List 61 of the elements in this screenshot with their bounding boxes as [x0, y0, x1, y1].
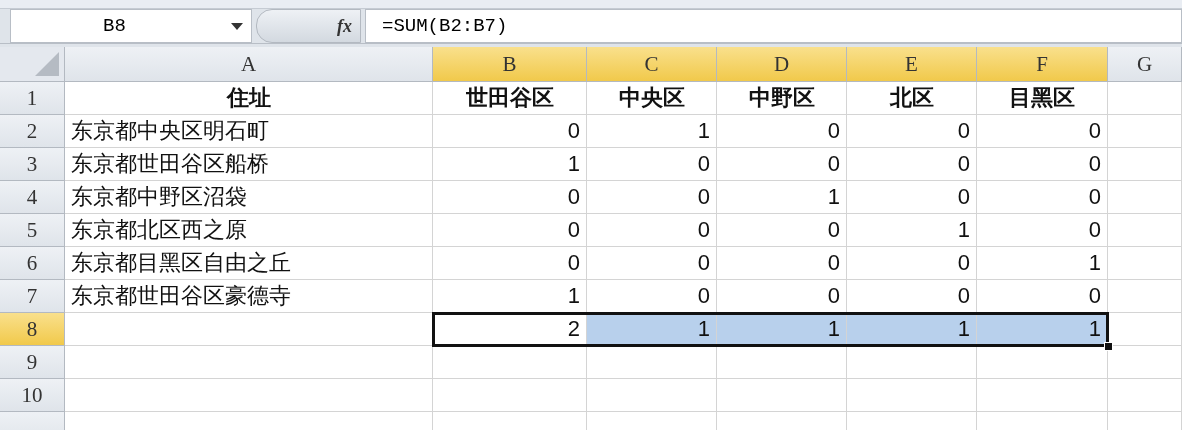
row-header[interactable]: 4	[0, 181, 65, 214]
table-cell[interactable]: 0	[977, 181, 1108, 214]
column-header[interactable]: A	[65, 47, 433, 82]
table-cell[interactable]: 0	[977, 214, 1108, 247]
table-cell[interactable]: 东京都中野区沼袋	[65, 181, 433, 214]
header-cell[interactable]: 世田谷区	[433, 82, 587, 115]
header-cell[interactable]: 中央区	[587, 82, 717, 115]
table-cell[interactable]: 东京都目黑区自由之丘	[65, 247, 433, 280]
table-cell[interactable]: 0	[587, 181, 717, 214]
table-cell[interactable]: 0	[977, 115, 1108, 148]
row-header[interactable]: 10	[0, 379, 65, 412]
insert-function-button[interactable]: fx	[256, 9, 361, 43]
table-cell[interactable]: 0	[717, 115, 847, 148]
formula-field[interactable]: =SUM(B2:B7)	[365, 9, 1182, 43]
table-cell[interactable]: 0	[977, 148, 1108, 181]
table-cell[interactable]: 0	[717, 214, 847, 247]
table-cell[interactable]: 1	[847, 214, 977, 247]
table-cell[interactable]: 0	[847, 247, 977, 280]
table-cell[interactable]: 1	[717, 181, 847, 214]
table-cell[interactable]: 0	[433, 181, 587, 214]
header-cell[interactable]: 目黑区	[977, 82, 1108, 115]
table-cell[interactable]: 1	[587, 115, 717, 148]
header-cell[interactable]: 北区	[847, 82, 977, 115]
fill-handle[interactable]	[1104, 342, 1113, 351]
table-cell[interactable]: 1	[977, 247, 1108, 280]
table-cell[interactable]: 0	[847, 181, 977, 214]
table-cell[interactable]: 0	[433, 247, 587, 280]
column-header[interactable]: F	[977, 47, 1108, 82]
header-cell[interactable]: 中野区	[717, 82, 847, 115]
table-cell[interactable]: 0	[587, 214, 717, 247]
table-cell[interactable]: 东京都中央区明石町	[65, 115, 433, 148]
table-cell[interactable]: 0	[847, 148, 977, 181]
table-cell[interactable]: 0	[587, 247, 717, 280]
column-header[interactable]: E	[847, 47, 977, 82]
table-cell[interactable]: 0	[433, 214, 587, 247]
header-cell[interactable]: 住址	[65, 82, 433, 115]
select-all-button[interactable]	[0, 47, 65, 82]
table-cell[interactable]: 0	[587, 148, 717, 181]
row-header[interactable]: 6	[0, 247, 65, 280]
row-header[interactable]: 5	[0, 214, 65, 247]
table-cell[interactable]: 0	[717, 247, 847, 280]
column-header[interactable]: D	[717, 47, 847, 82]
row-header[interactable]: 8	[0, 313, 65, 346]
name-box[interactable]: B8	[10, 9, 252, 43]
table-cell[interactable]: 0	[717, 148, 847, 181]
row-header[interactable]: 3	[0, 148, 65, 181]
row-header[interactable]: 7	[0, 280, 65, 313]
row-header[interactable]: 2	[0, 115, 65, 148]
column-header[interactable]: G	[1108, 47, 1182, 82]
row-header[interactable]: 1	[0, 82, 65, 115]
triangle-icon	[35, 52, 59, 76]
table-cell[interactable]: 0	[847, 115, 977, 148]
table-cell[interactable]: 东京都北区西之原	[65, 214, 433, 247]
table-cell[interactable]: 1	[433, 148, 587, 181]
column-header[interactable]: C	[587, 47, 717, 82]
table-cell[interactable]: 东京都世田谷区船桥	[65, 148, 433, 181]
caret-icon[interactable]	[231, 23, 243, 30]
column-header[interactable]: B	[433, 47, 587, 82]
table-cell[interactable]: 东京都世田谷区豪德寺	[65, 280, 433, 313]
row-header[interactable]: 9	[0, 346, 65, 379]
table-cell[interactable]: 0	[433, 115, 587, 148]
